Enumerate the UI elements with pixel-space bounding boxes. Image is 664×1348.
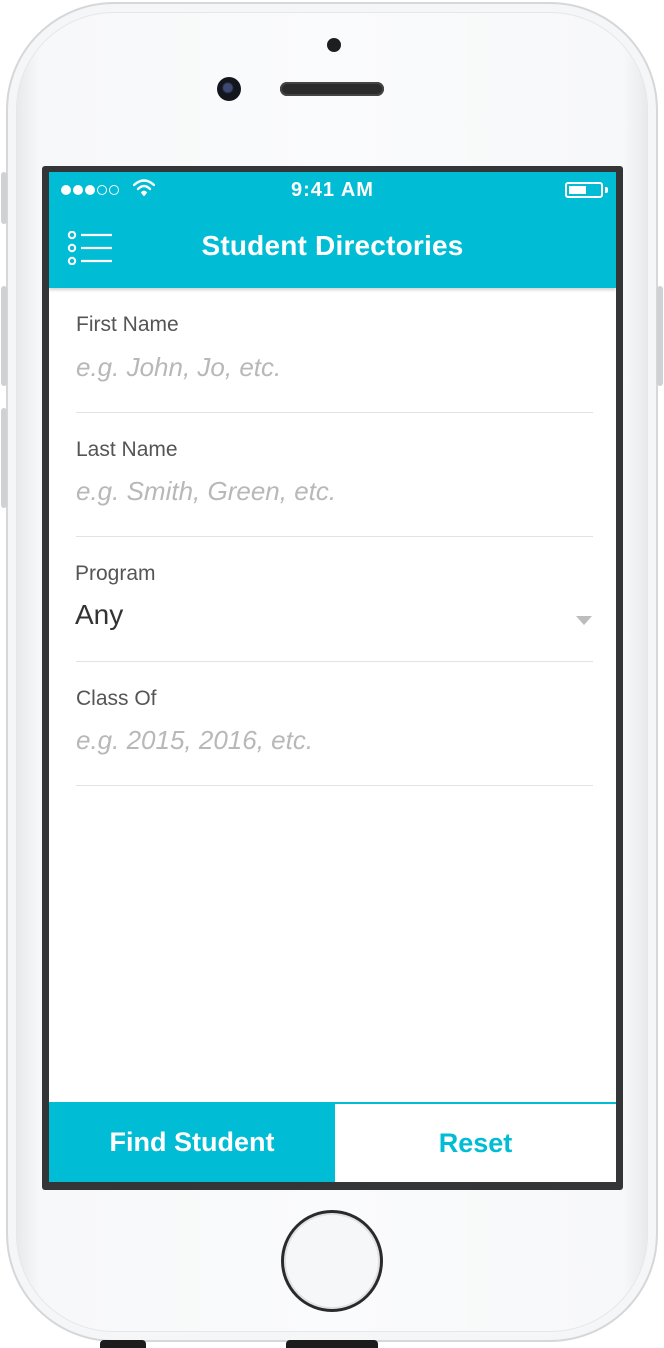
- battery-icon: [565, 182, 603, 198]
- class-of-field: Class Of: [76, 662, 593, 786]
- home-button[interactable]: [281, 1210, 383, 1312]
- first-name-field: First Name: [76, 288, 593, 413]
- first-name-input[interactable]: [76, 348, 576, 386]
- battery-tip: [605, 187, 608, 193]
- status-time: 9:41 AM: [291, 179, 374, 201]
- reset-button[interactable]: Reset: [335, 1102, 616, 1182]
- device-stage: 9:41 AM Student Directories First Name e…: [0, 0, 664, 1348]
- last-name-input[interactable]: [76, 472, 576, 511]
- status-bar: 9:41 AM: [49, 172, 616, 208]
- class-of-input[interactable]: [76, 721, 576, 760]
- last-name-field: Last Name: [76, 413, 593, 537]
- caret-down-icon[interactable]: [576, 616, 592, 625]
- bottom-edge-detail: [100, 1340, 146, 1348]
- volume-down-button: [1, 408, 7, 508]
- front-camera-icon: [217, 77, 241, 101]
- action-bar: Find Student Reset: [49, 1102, 616, 1182]
- program-label: Program: [75, 562, 156, 585]
- app-screen: 9:41 AM Student Directories First Name e…: [49, 172, 616, 1182]
- page-title: Student Directories: [201, 230, 464, 261]
- app-header: 9:41 AM Student Directories: [49, 172, 616, 288]
- last-name-label: Last Name: [76, 437, 178, 461]
- search-form: First Name Last Name Program Any Class O…: [75, 288, 593, 786]
- first-name-label: First Name: [76, 313, 179, 336]
- battery-level-fill: [569, 186, 586, 194]
- earpiece-speaker: [280, 82, 384, 96]
- volume-up-button: [1, 286, 7, 386]
- class-of-label: Class Of: [76, 686, 157, 710]
- mute-switch: [1, 172, 7, 224]
- power-button: [657, 286, 663, 386]
- proximity-sensor: [327, 38, 341, 52]
- nav-bar: Student Directories: [49, 216, 616, 278]
- find-student-button[interactable]: Find Student: [49, 1102, 335, 1182]
- program-select[interactable]: Any: [75, 599, 123, 631]
- program-field[interactable]: Program Any: [75, 537, 593, 662]
- bottom-edge-detail: [286, 1340, 378, 1348]
